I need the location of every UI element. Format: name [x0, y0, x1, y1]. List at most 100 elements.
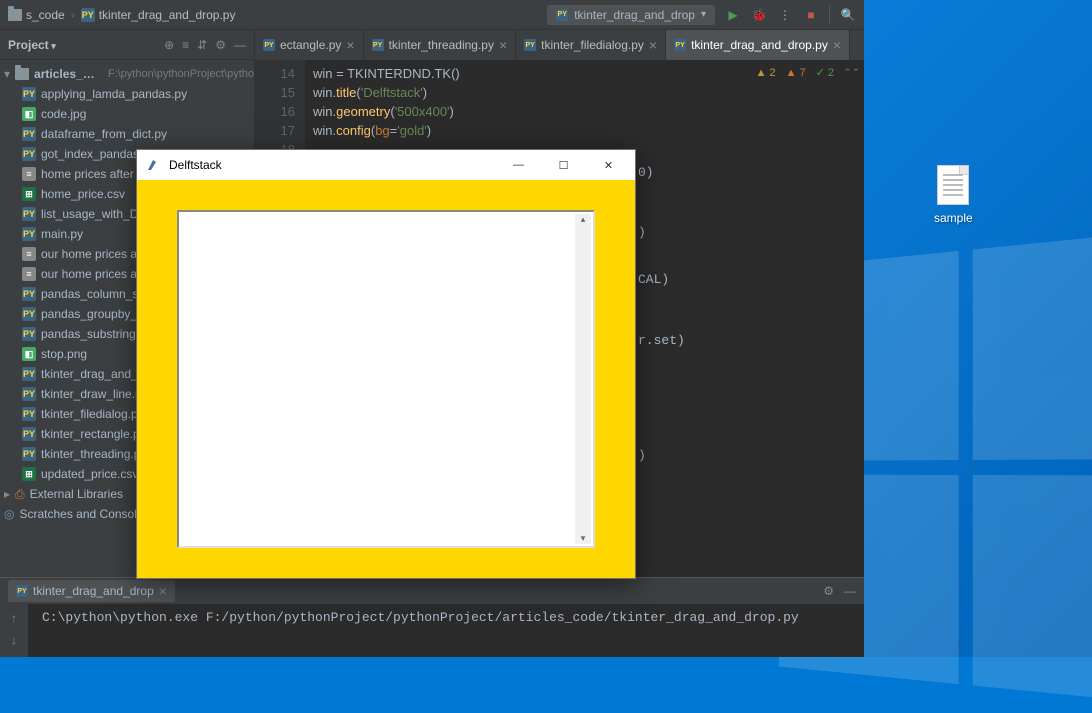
- editor-tab[interactable]: PYectangle.py×: [255, 30, 364, 60]
- py-file-icon: PY: [22, 87, 36, 101]
- separator: [829, 6, 830, 24]
- img-file-icon: ◧: [22, 107, 36, 121]
- python-file-icon: PY: [81, 8, 95, 22]
- more-run-button[interactable]: ⋮: [777, 7, 793, 23]
- editor-tabs: PYectangle.py×PYtkinter_threading.py×PYt…: [255, 30, 864, 60]
- close-icon[interactable]: ×: [346, 37, 354, 53]
- file-label: home_price.csv: [41, 187, 125, 201]
- minimize-button[interactable]: —: [496, 150, 541, 180]
- txt-file-icon: ≡: [22, 247, 36, 261]
- tree-file[interactable]: PYapplying_lamda_pandas.py: [0, 84, 254, 104]
- gear-icon[interactable]: ⚙: [823, 584, 834, 598]
- run-left-gutter: ↑ ↓: [0, 603, 28, 657]
- breadcrumb-root[interactable]: s_code: [8, 8, 65, 22]
- nav-arrows[interactable]: ˆˇ: [845, 64, 858, 83]
- tkinter-window[interactable]: Delftstack — ☐ ✕: [136, 149, 636, 579]
- close-icon[interactable]: ×: [833, 37, 841, 53]
- desktop-file-sample[interactable]: sample: [934, 165, 973, 225]
- py-file-icon: PY: [22, 147, 36, 161]
- breadcrumb-file[interactable]: PYtkinter_drag_and_drop.py: [81, 8, 236, 22]
- sidebar-title[interactable]: Project: [8, 38, 156, 52]
- run-button[interactable]: ▶: [725, 7, 741, 23]
- document-icon: [937, 165, 969, 205]
- py-file-icon: PY: [22, 227, 36, 241]
- py-file-icon: PY: [22, 287, 36, 301]
- close-button[interactable]: ✕: [586, 150, 631, 180]
- locate-icon[interactable]: ⊕: [164, 38, 174, 52]
- editor-tab[interactable]: PY tkinter_drag_and_drop.py ×: [666, 30, 850, 60]
- window-buttons: — ☐ ✕: [496, 150, 631, 180]
- file-label: pandas_column_spl: [41, 287, 148, 301]
- file-label: tkinter_draw_line.py: [41, 387, 148, 401]
- expand-arrow-icon: ▾: [4, 67, 10, 81]
- run-tab[interactable]: PY tkinter_drag_and_drop ×: [8, 580, 175, 602]
- file-label: tkinter_threading.py: [41, 447, 146, 461]
- breadcrumb: s_code › PYtkinter_drag_and_drop.py: [8, 8, 547, 22]
- python-file-icon: PY: [524, 39, 536, 51]
- folder-icon: [8, 9, 22, 21]
- close-icon[interactable]: ×: [649, 37, 657, 53]
- file-label: main.py: [41, 227, 83, 241]
- editor-tab[interactable]: PYtkinter_filedialog.py×: [516, 30, 666, 60]
- file-label: tkinter_filedialog.py: [41, 407, 144, 421]
- maximize-button[interactable]: ☐: [541, 150, 586, 180]
- down-arrow-icon[interactable]: ↓: [11, 633, 17, 647]
- feather-icon: [145, 157, 161, 173]
- file-label: list_usage_with_Dat: [41, 207, 148, 221]
- py-file-icon: PY: [22, 207, 36, 221]
- txt-file-icon: ≡: [22, 167, 36, 181]
- library-icon: ⎙: [15, 487, 25, 502]
- expand-icon[interactable]: ≡: [182, 38, 189, 52]
- tab-label: ectangle.py: [280, 38, 341, 52]
- py-file-icon: PY: [22, 407, 36, 421]
- breadcrumb-separator: ›: [71, 8, 75, 22]
- py-file-icon: PY: [22, 307, 36, 321]
- python-file-icon: PY: [372, 39, 384, 51]
- python-file-icon: PY: [674, 39, 686, 51]
- run-panel-header: PY tkinter_drag_and_drop × ⚙ —: [0, 578, 864, 604]
- hide-icon[interactable]: —: [234, 38, 246, 52]
- file-label: pandas_groupby_in: [41, 307, 146, 321]
- editor-tab[interactable]: PY tkinter_threading.py ×: [364, 30, 517, 60]
- tab-label: tkinter_drag_and_drop.py: [691, 38, 828, 52]
- folder-icon: [15, 68, 29, 80]
- up-arrow-icon[interactable]: ↑: [11, 611, 17, 625]
- code-line[interactable]: win.geometry('500x400'): [313, 102, 856, 121]
- errors-badge[interactable]: ▲ 7: [786, 64, 806, 83]
- run-config-selector[interactable]: PYtkinter_drag_and_drop: [547, 5, 715, 25]
- collapse-icon[interactable]: ⇵: [197, 38, 207, 52]
- close-icon[interactable]: ×: [499, 37, 507, 53]
- code-line[interactable]: win.config(bg='gold'): [313, 121, 856, 140]
- warnings-badge[interactable]: ▲ 2: [756, 64, 776, 83]
- tkinter-text-widget[interactable]: [177, 210, 595, 548]
- settings-icon[interactable]: ⚙: [215, 38, 226, 52]
- img-file-icon: ◧: [22, 347, 36, 361]
- scratches-icon: ◎: [4, 507, 14, 521]
- sidebar-tools: ⊕ ≡ ⇵ ⚙ —: [164, 38, 246, 52]
- ok-badge[interactable]: ✓ 2: [816, 64, 834, 83]
- scrollbar[interactable]: [575, 214, 591, 544]
- file-label: home prices after 1: [41, 167, 144, 181]
- tree-root[interactable]: ▾ articles_code F:\python\pythonProject\…: [0, 64, 254, 84]
- tree-file[interactable]: PYdataframe_from_dict.py: [0, 124, 254, 144]
- csv-file-icon: ⊞: [22, 467, 36, 481]
- sidebar-header: Project ⊕ ≡ ⇵ ⚙ —: [0, 30, 254, 60]
- tkinter-title: Delftstack: [169, 158, 496, 172]
- stop-button[interactable]: ■: [803, 7, 819, 23]
- py-file-icon: PY: [22, 327, 36, 341]
- tree-file[interactable]: ◧code.jpg: [0, 104, 254, 124]
- search-button[interactable]: 🔍: [840, 7, 856, 23]
- code-line[interactable]: win.title('Delftstack'): [313, 83, 856, 102]
- run-output[interactable]: C:\python\python.exe F:/python/pythonPro…: [28, 604, 864, 631]
- debug-button[interactable]: 🐞: [751, 7, 767, 23]
- tkinter-titlebar[interactable]: Delftstack — ☐ ✕: [137, 150, 635, 180]
- txt-file-icon: ≡: [22, 267, 36, 281]
- code-annotations[interactable]: ▲ 2 ▲ 7 ✓ 2: [756, 64, 834, 83]
- tkinter-body: [137, 180, 635, 578]
- file-label: our home prices aft: [41, 247, 144, 261]
- collapse-arrow-icon: ▸: [4, 487, 10, 501]
- toolbar-right: PYtkinter_drag_and_drop ▶ 🐞 ⋮ ■ 🔍: [547, 5, 856, 25]
- close-icon[interactable]: ×: [159, 583, 167, 599]
- hide-icon[interactable]: —: [844, 584, 856, 598]
- tab-label: tkinter_threading.py: [389, 38, 494, 52]
